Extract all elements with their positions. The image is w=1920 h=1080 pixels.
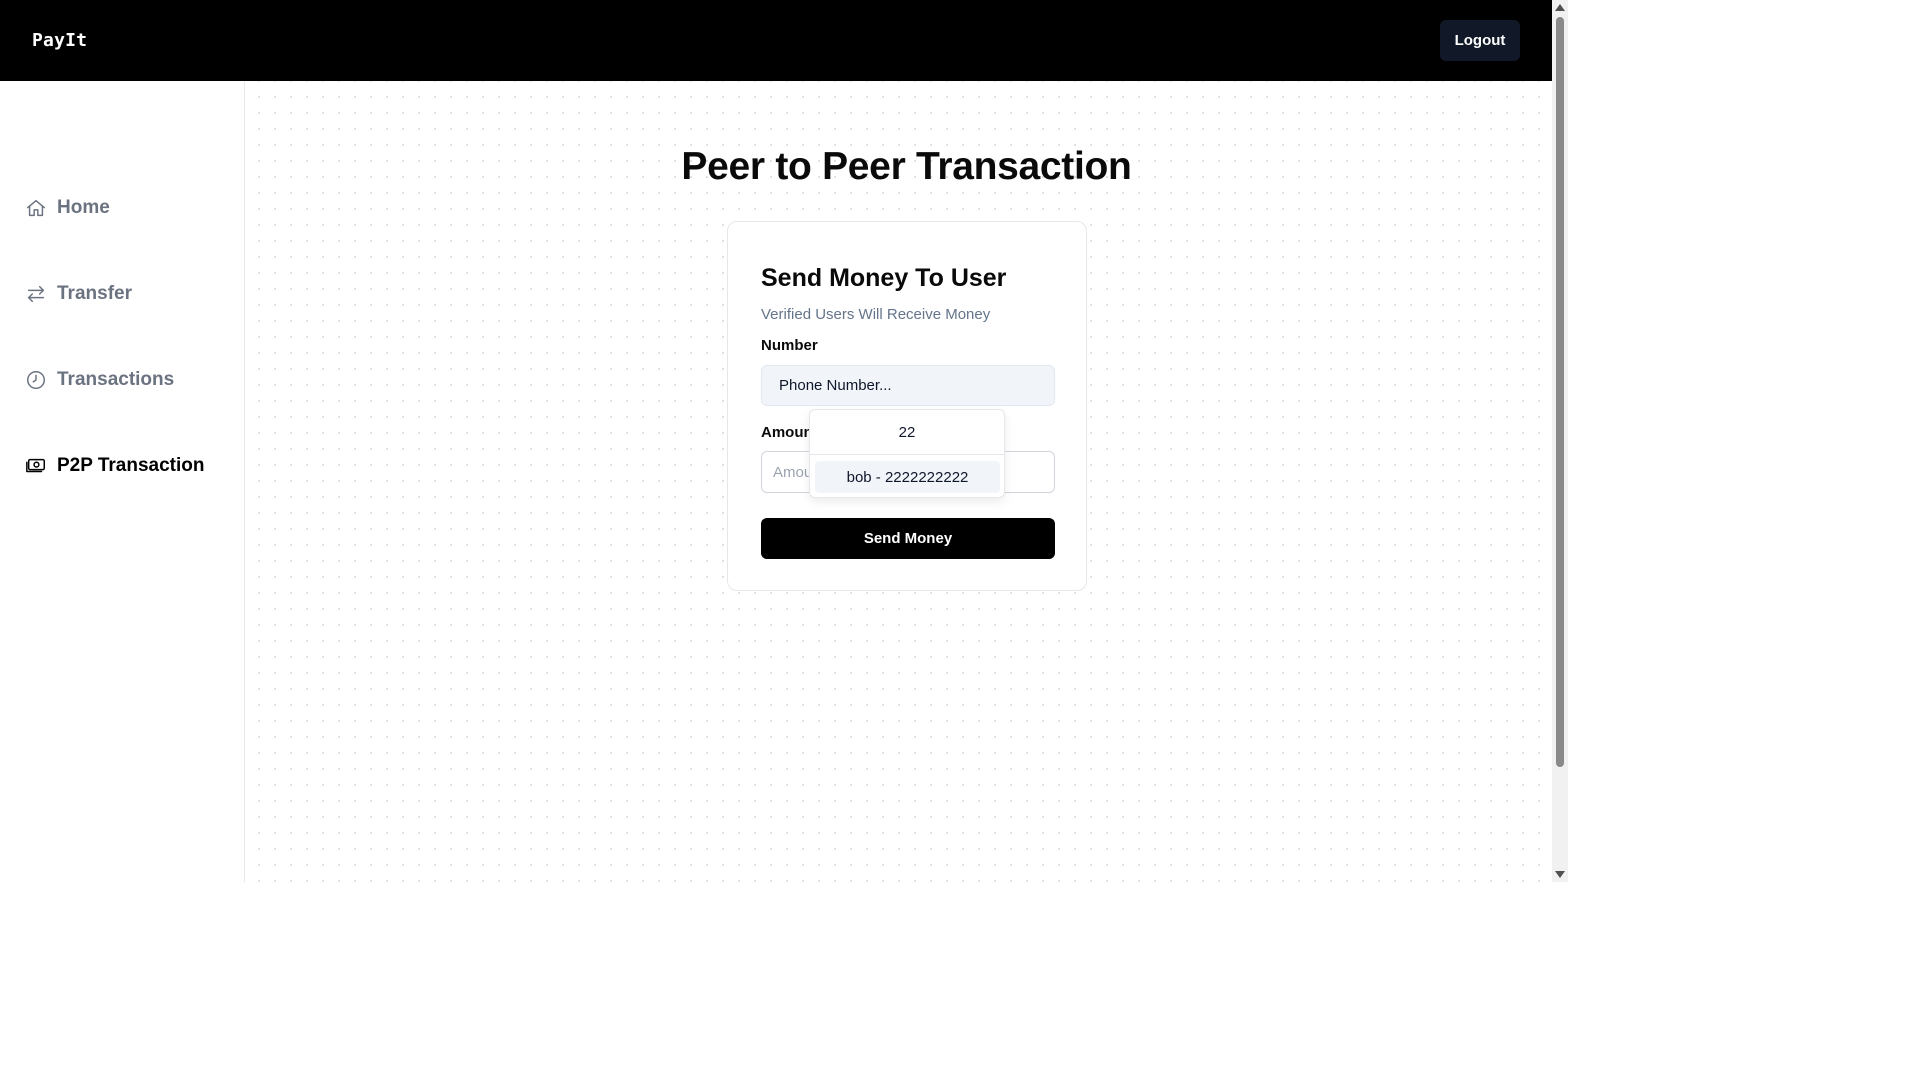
phone-number-select-value: Phone Number... (779, 377, 892, 394)
send-money-button[interactable]: Send Money (761, 518, 1055, 559)
dropdown-option-bob[interactable]: bob - 2222222222 (815, 461, 1000, 493)
phone-number-select[interactable]: Phone Number... (761, 365, 1055, 406)
sidebar-item-label: Transactions (57, 369, 175, 390)
sidebar-item-label: P2P Transaction (57, 455, 205, 476)
p2p-money-icon (25, 455, 47, 477)
sidebar: Home Transfer Transactions P2P Transacti… (0, 81, 245, 882)
scroll-down-arrow-icon[interactable] (1555, 871, 1565, 878)
page-title: Peer to Peer Transaction (681, 145, 1132, 188)
transfer-arrows-icon (25, 283, 47, 305)
sidebar-item-transactions[interactable]: Transactions (25, 369, 174, 391)
number-label: Number (761, 337, 818, 354)
brand-logo-text: PayIt (32, 30, 88, 51)
top-navbar: PayIt Logout (0, 0, 1552, 81)
card-title: Send Money To User (761, 264, 1007, 292)
sidebar-item-p2p-transaction[interactable]: P2P Transaction (25, 455, 205, 477)
sidebar-item-transfer[interactable]: Transfer (25, 283, 132, 305)
sidebar-item-label: Home (57, 197, 110, 218)
send-money-card: Send Money To User Verified Users Will R… (727, 221, 1087, 591)
card-subtitle: Verified Users Will Receive Money (761, 306, 991, 323)
phone-number-dropdown: bob - 2222222222 (809, 409, 1005, 498)
sidebar-item-home[interactable]: Home (25, 197, 110, 219)
scroll-up-arrow-icon[interactable] (1555, 4, 1565, 11)
scrollbar-thumb[interactable] (1556, 17, 1564, 767)
vertical-scrollbar[interactable] (1552, 0, 1568, 882)
sidebar-item-label: Transfer (57, 283, 132, 304)
clock-icon (25, 369, 47, 391)
home-icon (25, 197, 47, 219)
logout-button[interactable]: Logout (1440, 20, 1520, 61)
dropdown-search-input[interactable] (810, 410, 1004, 455)
